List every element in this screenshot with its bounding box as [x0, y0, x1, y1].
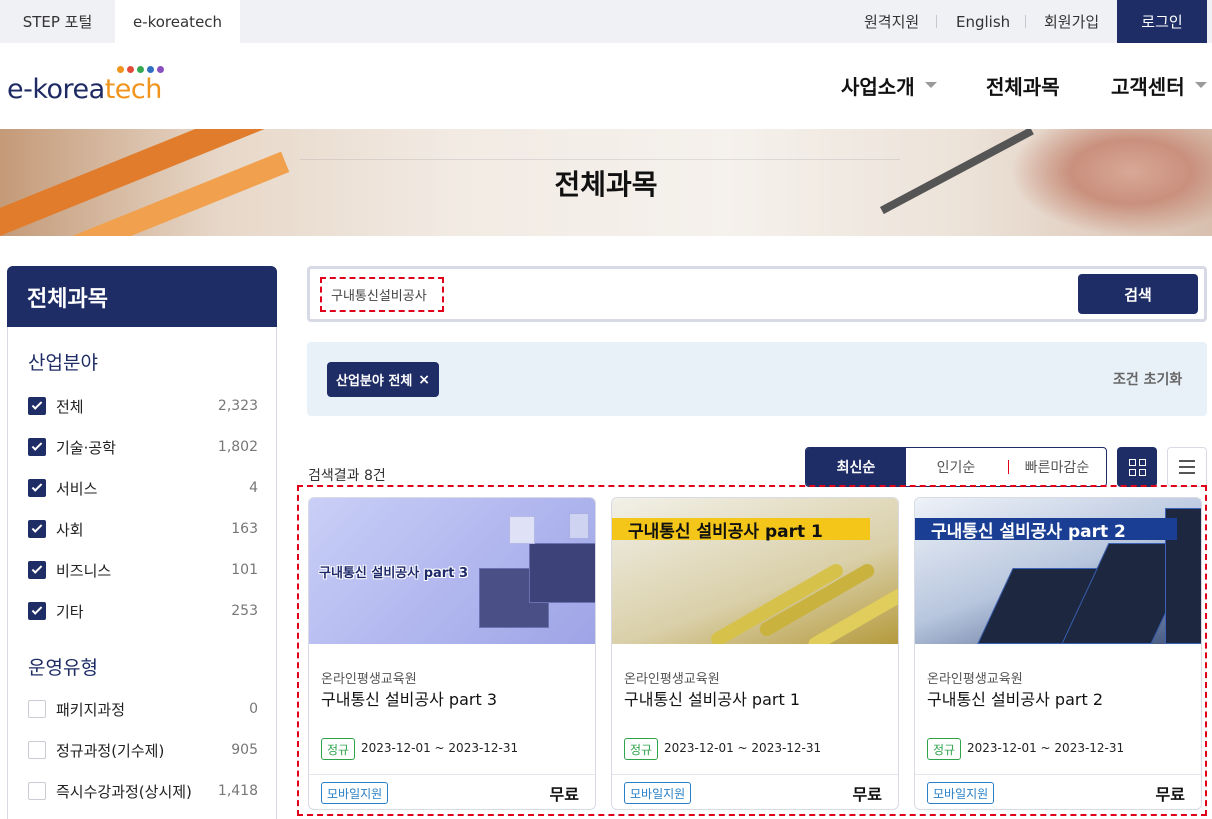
- filter-industry-service[interactable]: 서비스 4: [28, 477, 258, 499]
- checkbox[interactable]: [28, 741, 46, 759]
- list-icon: [1179, 456, 1195, 478]
- course-org: 온라인평생교육원: [624, 672, 720, 687]
- thumbnail-title: 구내통신 설비공사 part 3: [319, 566, 469, 581]
- reset-filters-button[interactable]: 조건 초기화: [1113, 369, 1182, 391]
- gnb-customer-center[interactable]: 고객센터: [1111, 70, 1207, 100]
- checkbox[interactable]: [28, 438, 46, 456]
- course-price: 무료: [1155, 785, 1185, 804]
- filter-chip-industry[interactable]: 산업분야 전체 ×: [327, 362, 440, 397]
- course-org: 온라인평생교육원: [321, 672, 417, 687]
- course-price: 무료: [852, 785, 882, 804]
- course-period: 2023-12-01 ~ 2023-12-31: [664, 741, 822, 755]
- util-divider: [1025, 15, 1026, 28]
- search-button[interactable]: 검색: [1078, 274, 1198, 314]
- grid-view-button[interactable]: [1117, 447, 1157, 487]
- filter-industry-society[interactable]: 사회 163: [28, 518, 258, 540]
- course-card[interactable]: 구내통신 설비공사 part 2 온라인평생교육원 구내통신 설비공사 part…: [914, 497, 1202, 810]
- gnb-all-courses[interactable]: 전체과목: [986, 70, 1060, 100]
- card-divider: [915, 774, 1201, 775]
- filter-type-regular[interactable]: 정규과정(기수제) 905: [28, 739, 258, 761]
- thumbnail-title: 구내통신 설비공사 part 1: [612, 518, 870, 542]
- card-divider: [612, 774, 898, 775]
- course-card[interactable]: 구내통신 설비공사 part 3 온라인평생교육원 구내통신 설비공사 part…: [308, 497, 596, 810]
- active-filter-bar: [307, 342, 1207, 416]
- grid-icon: [1128, 458, 1146, 476]
- course-thumbnail: 구내통신 설비공사 part 1: [612, 498, 898, 644]
- checkbox[interactable]: [28, 561, 46, 579]
- logo-dots: [117, 66, 164, 73]
- filter-type-package[interactable]: 패키지과정 0: [28, 698, 258, 720]
- thumbnail-title: 구내통신 설비공사 part 2: [915, 518, 1177, 542]
- logo-wordmark: e-koreatech: [7, 74, 162, 105]
- util-divider: [936, 15, 937, 28]
- signup-link[interactable]: 회원가입: [1044, 0, 1099, 43]
- course-period: 2023-12-01 ~ 2023-12-31: [967, 741, 1125, 755]
- checkbox[interactable]: [28, 397, 46, 415]
- chevron-down-icon: [1194, 82, 1207, 88]
- building-illustration: [509, 516, 535, 544]
- filter-type-instant[interactable]: 즉시수강과정(상시제) 1,418: [28, 780, 258, 802]
- english-link[interactable]: English: [956, 0, 1010, 43]
- gnb-business-intro[interactable]: 사업소개: [841, 70, 937, 100]
- page-title: 전체과목: [554, 167, 658, 201]
- list-view-button[interactable]: [1167, 447, 1207, 487]
- checkbox[interactable]: [28, 602, 46, 620]
- course-thumbnail: 구내통신 설비공사 part 2: [915, 498, 1201, 644]
- chevron-down-icon: [924, 82, 937, 88]
- filter-sidebar: 전체과목 산업분야 전체 2,323 기술·공학 1,802 서비스 4 사회 163 …: [7, 266, 277, 819]
- course-title[interactable]: 구내통신 설비공사 part 2: [927, 686, 1103, 710]
- sort-latest[interactable]: 최신순: [806, 448, 906, 486]
- phone-illustration: [569, 513, 589, 539]
- sort-deadline[interactable]: 빠른마감순: [1008, 448, 1106, 486]
- course-card[interactable]: 구내통신 설비공사 part 1 온라인평생교육원 구내통신 설비공사 part…: [611, 497, 899, 810]
- course-type-badge: 정규: [624, 738, 659, 760]
- mobile-support-badge: 모바일지원: [624, 782, 692, 804]
- course-type-badge: 정규: [321, 738, 356, 760]
- sidebar-title: 전체과목: [7, 266, 277, 327]
- filter-industry-etc[interactable]: 기타 253: [28, 600, 258, 622]
- sort-options: 최신순 인기순 빠른마감순: [805, 447, 1107, 487]
- card-divider: [309, 774, 595, 775]
- page-banner: 전체과목: [0, 129, 1212, 236]
- filter-industry-engineering[interactable]: 기술·공학 1,802: [28, 436, 258, 458]
- search-input[interactable]: 구내통신설비공사: [320, 277, 444, 312]
- checkbox[interactable]: [28, 782, 46, 800]
- section-operation-type: 운영유형: [28, 657, 98, 679]
- server-illustration: [529, 543, 595, 603]
- site-tab-e-koreatech[interactable]: e-koreatech: [115, 0, 240, 43]
- sort-popular[interactable]: 인기순: [906, 448, 1006, 486]
- close-icon[interactable]: ×: [418, 372, 430, 388]
- filter-industry-all[interactable]: 전체 2,323: [28, 395, 258, 417]
- filter-industry-business[interactable]: 비즈니스 101: [28, 559, 258, 581]
- checkbox[interactable]: [28, 479, 46, 497]
- mobile-support-badge: 모바일지원: [927, 782, 995, 804]
- result-count: 검색결과 8건: [308, 468, 386, 484]
- course-org: 온라인평생교육원: [927, 672, 1023, 687]
- remote-support-link[interactable]: 원격지원: [864, 0, 919, 43]
- course-period: 2023-12-01 ~ 2023-12-31: [361, 741, 519, 755]
- mobile-support-badge: 모바일지원: [321, 782, 389, 804]
- section-industry: 산업분야: [28, 352, 98, 374]
- course-type-badge: 정규: [927, 738, 962, 760]
- course-thumbnail: 구내통신 설비공사 part 3: [309, 498, 595, 644]
- course-title[interactable]: 구내통신 설비공사 part 1: [624, 686, 800, 710]
- course-title[interactable]: 구내통신 설비공사 part 3: [321, 686, 497, 710]
- site-tab-step-portal[interactable]: STEP 포털: [0, 0, 115, 43]
- checkbox[interactable]: [28, 520, 46, 538]
- login-button[interactable]: 로그인: [1117, 0, 1207, 43]
- top-utility-bar: STEP 포털 e-koreatech 원격지원 English 회원가입 로그…: [0, 0, 1212, 43]
- checkbox[interactable]: [28, 700, 46, 718]
- course-price: 무료: [549, 785, 579, 804]
